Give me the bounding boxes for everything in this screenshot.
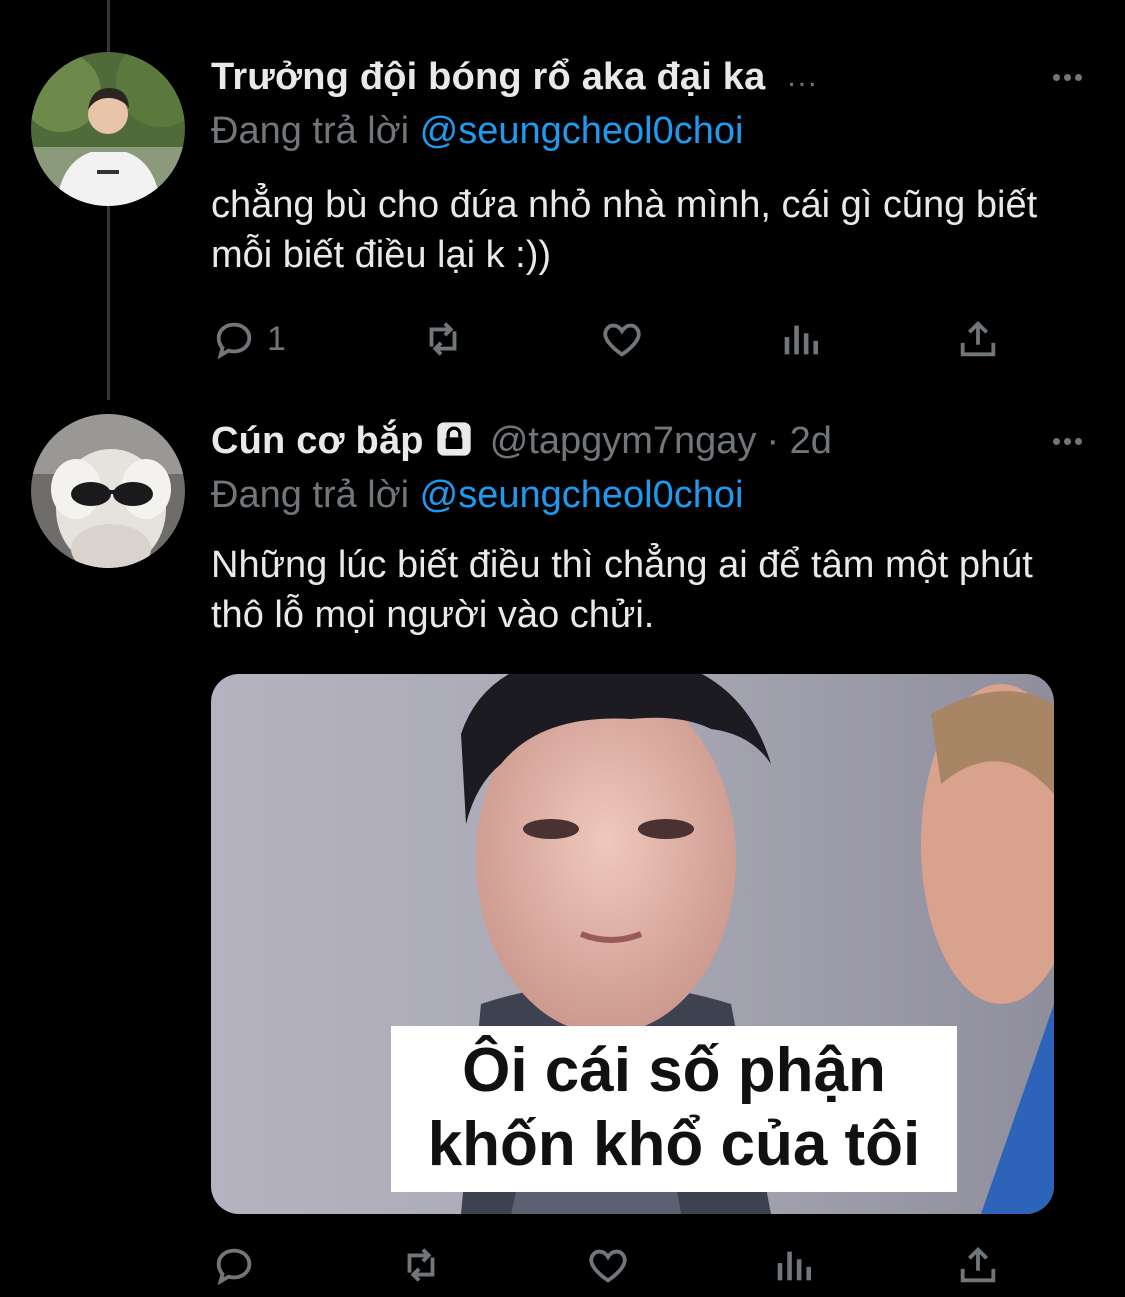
retweet-button[interactable] bbox=[418, 316, 468, 362]
retweet-icon bbox=[429, 322, 457, 356]
share-button[interactable] bbox=[955, 316, 1001, 362]
tweet-text: Những lúc biết điều thì chẳng ai để tâm … bbox=[211, 544, 1033, 636]
retweet-button[interactable] bbox=[396, 1242, 446, 1288]
reply-prefix: Đang trả lời bbox=[211, 474, 410, 516]
tweet-text: chẳng bù cho đứa nhỏ nhà mình, cái gì cũ… bbox=[211, 184, 1038, 276]
views-icon bbox=[784, 325, 819, 355]
lock-icon bbox=[434, 419, 474, 464]
reply-icon bbox=[216, 322, 252, 360]
more-options-button[interactable] bbox=[1045, 414, 1089, 468]
more-icon bbox=[1052, 73, 1060, 81]
share-button[interactable] bbox=[955, 1242, 1001, 1288]
replying-to: Đang trả lời @seungcheol0choi bbox=[211, 470, 1089, 520]
more-icon bbox=[1052, 437, 1060, 445]
heart-icon bbox=[589, 1249, 627, 1283]
views-button[interactable] bbox=[777, 316, 823, 362]
views-icon bbox=[777, 1251, 812, 1281]
avatar[interactable] bbox=[31, 414, 185, 568]
author-name[interactable]: Cún cơ bắp bbox=[211, 420, 424, 463]
reply-count: 1 bbox=[267, 319, 286, 358]
views-button[interactable] bbox=[770, 1242, 816, 1288]
tweet-media-image[interactable]: Ôi cái số phận khốn khổ của tôi bbox=[211, 674, 1054, 1214]
more-options-button[interactable] bbox=[1045, 50, 1089, 104]
avatar[interactable] bbox=[31, 52, 185, 206]
reply-button[interactable] bbox=[211, 1242, 257, 1288]
tweet-actions: 1 bbox=[211, 316, 1001, 362]
share-icon bbox=[960, 1246, 996, 1283]
retweet-icon bbox=[407, 1248, 435, 1282]
mention-link[interactable]: @seungcheol0choi bbox=[420, 110, 744, 152]
truncation-ellipsis: ... bbox=[787, 60, 819, 93]
like-button[interactable] bbox=[585, 1242, 631, 1288]
mention-link[interactable]: @seungcheol0choi bbox=[420, 474, 744, 516]
meme-caption: Ôi cái số phận khốn khổ của tôi bbox=[391, 1026, 957, 1192]
like-button[interactable] bbox=[599, 316, 645, 362]
share-icon bbox=[960, 320, 996, 357]
replying-to: Đang trả lời @seungcheol0choi bbox=[211, 106, 1089, 156]
tweet-time[interactable]: · 2d bbox=[766, 420, 831, 463]
author-handle[interactable]: @tapgym7ngay bbox=[490, 420, 757, 463]
reply-icon bbox=[216, 1248, 252, 1286]
reply-button[interactable]: 1 bbox=[211, 316, 286, 362]
reply-prefix: Đang trả lời bbox=[211, 110, 410, 152]
heart-icon bbox=[603, 323, 642, 357]
author-name[interactable]: Trưởng đội bóng rổ aka đại ka bbox=[211, 56, 765, 99]
tweet-actions bbox=[211, 1242, 1001, 1288]
